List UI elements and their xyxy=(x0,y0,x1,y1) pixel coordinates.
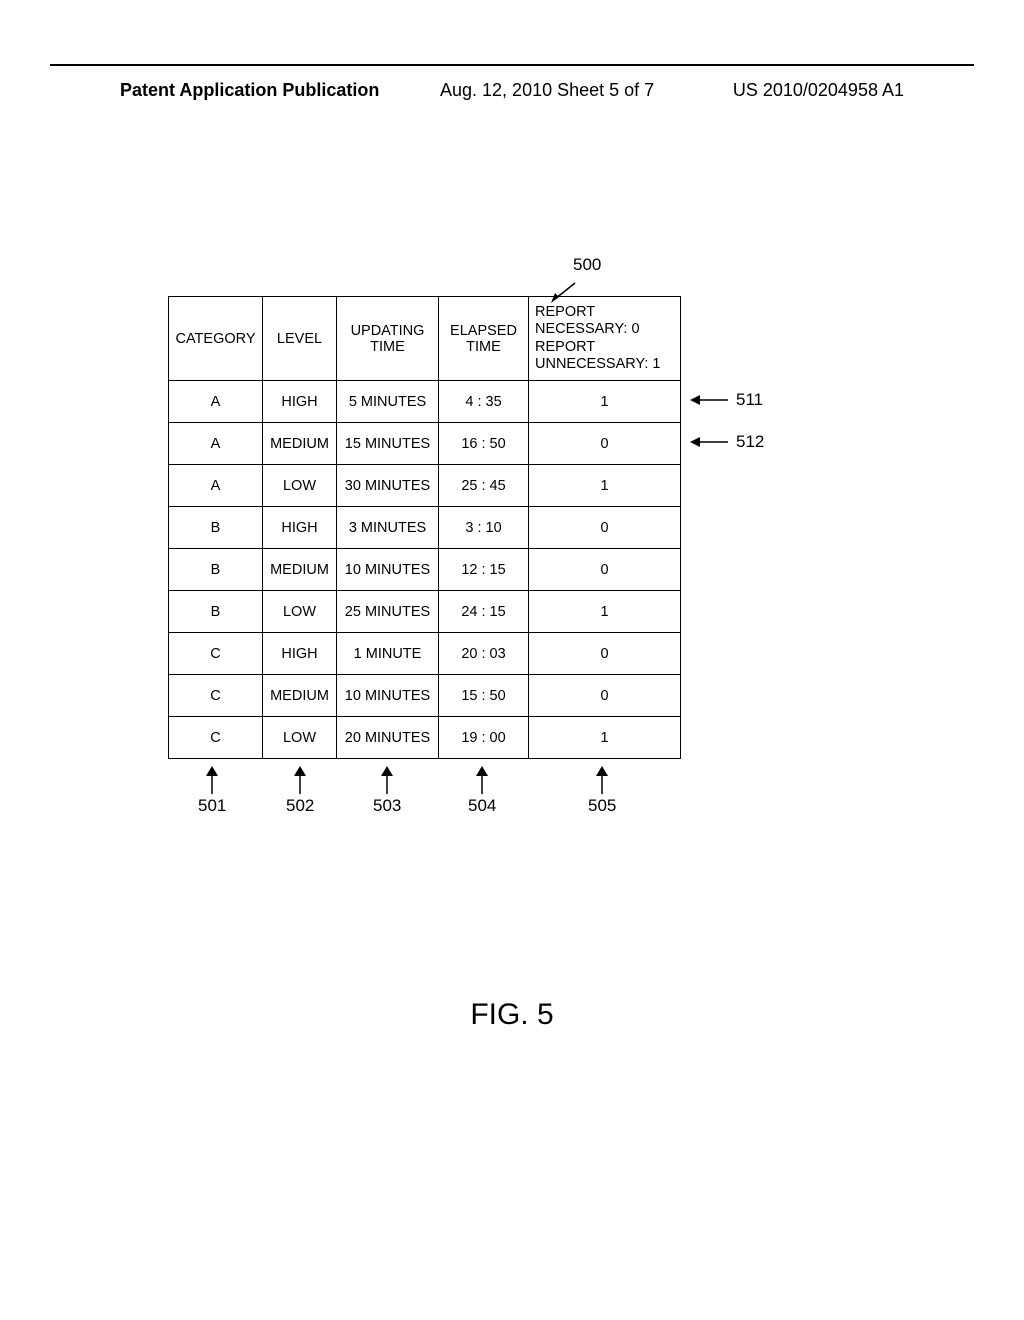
cell-level: LOW xyxy=(263,465,337,507)
leader-arrow-up-icon xyxy=(595,766,609,794)
ref-500: 500 xyxy=(573,255,601,275)
cell-report: 0 xyxy=(529,549,681,591)
table-row: C LOW 20 MINUTES 19 : 00 1 xyxy=(169,717,681,759)
cell-level: HIGH xyxy=(263,381,337,423)
cell-elapsed: 15 : 50 xyxy=(439,675,529,717)
cell-category: B xyxy=(169,591,263,633)
cell-updating: 10 MINUTES xyxy=(337,675,439,717)
ref-512: 512 xyxy=(736,432,764,452)
cell-updating: 30 MINUTES xyxy=(337,465,439,507)
header-mid: Aug. 12, 2010 Sheet 5 of 7 xyxy=(440,80,654,101)
leader-arrow-left-icon xyxy=(690,436,730,448)
ref-512-holder: 512 xyxy=(690,432,764,452)
table-row: B MEDIUM 10 MINUTES 12 : 15 0 xyxy=(169,549,681,591)
cell-level: MEDIUM xyxy=(263,549,337,591)
cell-elapsed: 4 : 35 xyxy=(439,381,529,423)
col-header-elapsed-time: ELAPSED TIME xyxy=(439,297,529,381)
cell-report: 1 xyxy=(529,717,681,759)
header-rule xyxy=(50,64,974,66)
col-header-updating-time: UPDATING TIME xyxy=(337,297,439,381)
cell-category: A xyxy=(169,465,263,507)
cell-category: C xyxy=(169,717,263,759)
table-row: C HIGH 1 MINUTE 20 : 03 0 xyxy=(169,633,681,675)
cell-updating: 15 MINUTES xyxy=(337,423,439,465)
patent-page: Patent Application Publication Aug. 12, … xyxy=(0,0,1024,1320)
ref-511: 511 xyxy=(736,390,763,410)
cell-updating: 1 MINUTE xyxy=(337,633,439,675)
cell-category: C xyxy=(169,633,263,675)
cell-updating: 25 MINUTES xyxy=(337,591,439,633)
cell-updating: 20 MINUTES xyxy=(337,717,439,759)
cell-category: B xyxy=(169,549,263,591)
ref-503-holder: 503 xyxy=(373,766,401,816)
figure-label: FIG. 5 xyxy=(168,998,856,1032)
ref-505-holder: 505 xyxy=(588,766,616,816)
cell-updating: 10 MINUTES xyxy=(337,549,439,591)
cell-elapsed: 12 : 15 xyxy=(439,549,529,591)
col-header-level: LEVEL xyxy=(263,297,337,381)
cell-updating: 3 MINUTES xyxy=(337,507,439,549)
cell-category: A xyxy=(169,423,263,465)
table-row: A HIGH 5 MINUTES 4 : 35 1 xyxy=(169,381,681,423)
cell-level: LOW xyxy=(263,591,337,633)
ref-501: 501 xyxy=(198,796,226,815)
leader-arrow-500-icon xyxy=(549,281,579,303)
col-header-category: CATEGORY xyxy=(169,297,263,381)
col-header-report: REPORTNECESSARY: 0REPORTUNNECESSARY: 1 xyxy=(529,297,681,381)
table-row: A LOW 30 MINUTES 25 : 45 1 xyxy=(169,465,681,507)
cell-level: LOW xyxy=(263,717,337,759)
cell-report: 0 xyxy=(529,633,681,675)
leader-arrow-up-icon xyxy=(380,766,394,794)
table-500: CATEGORY LEVEL UPDATING TIME ELAPSED TIM… xyxy=(168,296,681,759)
leader-arrow-left-icon xyxy=(690,394,730,406)
cell-report: 1 xyxy=(529,591,681,633)
table-header-row: CATEGORY LEVEL UPDATING TIME ELAPSED TIM… xyxy=(169,297,681,381)
ref-504-holder: 504 xyxy=(468,766,496,816)
cell-elapsed: 16 : 50 xyxy=(439,423,529,465)
ref-502: 502 xyxy=(286,796,314,815)
ref-505: 505 xyxy=(588,796,616,815)
cell-category: A xyxy=(169,381,263,423)
cell-report: 0 xyxy=(529,423,681,465)
cell-updating: 5 MINUTES xyxy=(337,381,439,423)
ref-503: 503 xyxy=(373,796,401,815)
cell-report: 1 xyxy=(529,465,681,507)
cell-elapsed: 3 : 10 xyxy=(439,507,529,549)
figure-5-wrap: 500 CATEGORY LEVEL UPDATING TIME ELAPSED… xyxy=(168,296,856,759)
cell-category: C xyxy=(169,675,263,717)
header-right: US 2010/0204958 A1 xyxy=(733,80,904,101)
cell-level: HIGH xyxy=(263,507,337,549)
leader-arrow-up-icon xyxy=(293,766,307,794)
cell-elapsed: 24 : 15 xyxy=(439,591,529,633)
cell-level: MEDIUM xyxy=(263,423,337,465)
table-row: B LOW 25 MINUTES 24 : 15 1 xyxy=(169,591,681,633)
cell-elapsed: 25 : 45 xyxy=(439,465,529,507)
ref-502-holder: 502 xyxy=(286,766,314,816)
cell-report: 1 xyxy=(529,381,681,423)
cell-elapsed: 20 : 03 xyxy=(439,633,529,675)
cell-level: MEDIUM xyxy=(263,675,337,717)
cell-elapsed: 19 : 00 xyxy=(439,717,529,759)
ref-504: 504 xyxy=(468,796,496,815)
cell-report: 0 xyxy=(529,675,681,717)
leader-arrow-up-icon xyxy=(475,766,489,794)
table-row: A MEDIUM 15 MINUTES 16 : 50 0 xyxy=(169,423,681,465)
cell-level: HIGH xyxy=(263,633,337,675)
header-left: Patent Application Publication xyxy=(120,80,379,101)
leader-arrow-up-icon xyxy=(205,766,219,794)
table-row: B HIGH 3 MINUTES 3 : 10 0 xyxy=(169,507,681,549)
ref-511-holder: 511 xyxy=(690,390,763,410)
ref-501-holder: 501 xyxy=(198,766,226,816)
cell-category: B xyxy=(169,507,263,549)
cell-report: 0 xyxy=(529,507,681,549)
table-row: C MEDIUM 10 MINUTES 15 : 50 0 xyxy=(169,675,681,717)
